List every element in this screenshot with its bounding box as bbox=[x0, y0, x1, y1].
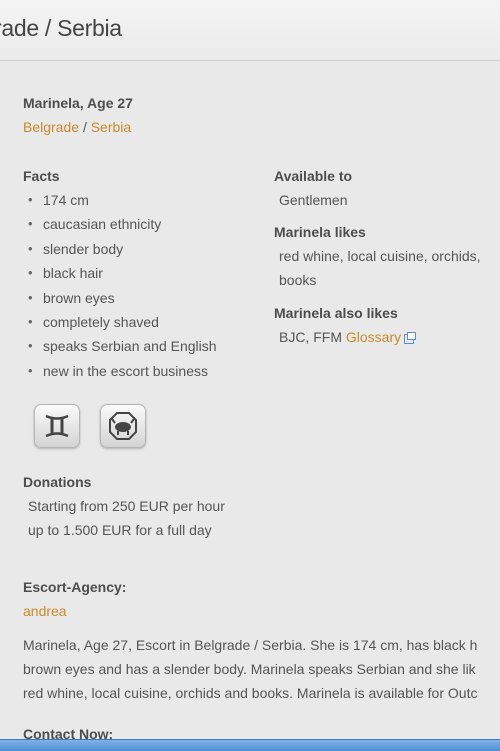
facts-list: 174 cm caucasian ethnicity slender body … bbox=[23, 191, 217, 386]
profile-name-age: Marinela, Age 27 bbox=[23, 95, 133, 111]
facts-heading: Facts bbox=[23, 168, 60, 184]
location-separator: / bbox=[82, 119, 87, 135]
available-heading: Available to bbox=[274, 168, 353, 184]
country-link[interactable]: Serbia bbox=[91, 119, 131, 135]
fact-shaved: completely shaved bbox=[23, 313, 217, 337]
external-link-icon[interactable] bbox=[404, 332, 417, 344]
description-line-3: red whine, local cuisine, orchids and bo… bbox=[23, 685, 478, 701]
page-title: rade / Serbia bbox=[0, 15, 122, 41]
fact-ethnicity: caucasian ethnicity bbox=[23, 215, 217, 239]
donations-line-2: up to 1.500 EUR for a full day bbox=[28, 522, 212, 538]
donations-line-1: Starting from 250 EUR per hour bbox=[28, 498, 225, 514]
also-likes-value: BJC, FFM bbox=[279, 329, 342, 345]
also-likes-heading: Marinela also likes bbox=[274, 305, 398, 321]
fact-new: new in the escort business bbox=[23, 362, 217, 386]
profile-location: Belgrade / Serbia bbox=[23, 119, 131, 135]
description-line-2: brown eyes and has a slender body. Marin… bbox=[23, 661, 476, 677]
profile-content: Marinela, Age 27 Belgrade / Serbia Facts… bbox=[0, 60, 500, 750]
fact-languages: speaks Serbian and English bbox=[23, 337, 217, 361]
likes-line-1: red whine, local cuisine, orchids, bbox=[279, 248, 481, 264]
ox-icon[interactable] bbox=[100, 404, 146, 448]
glossary-link[interactable]: Glossary bbox=[346, 329, 401, 345]
page-header: rade / Serbia bbox=[0, 0, 500, 61]
fact-eyes: brown eyes bbox=[23, 289, 217, 313]
fact-body: slender body bbox=[23, 240, 217, 264]
likes-line-2: books bbox=[279, 272, 317, 288]
gemini-icon[interactable] bbox=[34, 404, 80, 448]
fact-height: 174 cm bbox=[23, 191, 217, 215]
agency-heading: Escort-Agency: bbox=[23, 579, 127, 595]
contact-bar[interactable] bbox=[0, 739, 500, 751]
donations-heading: Donations bbox=[23, 474, 92, 490]
also-likes-row: BJC, FFM Glossary bbox=[279, 329, 417, 345]
city-link[interactable]: Belgrade bbox=[23, 119, 79, 135]
fact-hair: black hair bbox=[23, 264, 217, 288]
available-value: Gentlemen bbox=[279, 192, 348, 208]
description-line-1: Marinela, Age 27, Escort in Belgrade / S… bbox=[23, 637, 478, 653]
agency-link[interactable]: andrea bbox=[23, 603, 67, 619]
likes-heading: Marinela likes bbox=[274, 224, 366, 240]
